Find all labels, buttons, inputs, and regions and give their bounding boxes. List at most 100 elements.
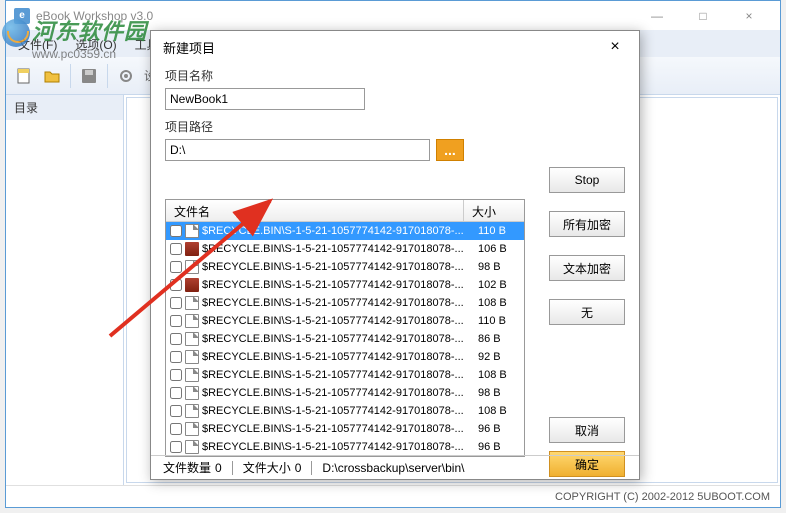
new-project-dialog: 新建项目 × 项目名称 项目路径 ... 文件名 大小 $RECYCLE.BIN… (150, 30, 640, 480)
side-buttons-top: Stop 所有加密 文本加密 无 (549, 167, 625, 325)
project-name-label: 项目名称 (165, 67, 625, 84)
dialog-statusbar: 文件数量 0 文件大小 0 D:\crossbackup\server\bin\ (151, 455, 639, 479)
stop-button[interactable]: Stop (549, 167, 625, 193)
archive-icon (185, 278, 199, 292)
file-size: 108 B (474, 405, 524, 417)
file-size: 106 B (474, 243, 524, 255)
encrypt-all-button[interactable]: 所有加密 (549, 211, 625, 237)
open-icon[interactable] (40, 64, 64, 88)
file-icon (185, 224, 199, 238)
file-size: 108 B (474, 369, 524, 381)
file-row[interactable]: $RECYCLE.BIN\S-1-5-21-1057774142-9170180… (166, 420, 524, 438)
file-size: 96 B (474, 441, 524, 453)
file-icon (185, 296, 199, 310)
file-name: $RECYCLE.BIN\S-1-5-21-1057774142-9170180… (202, 369, 474, 381)
file-size: 98 B (474, 387, 524, 399)
none-button[interactable]: 无 (549, 299, 625, 325)
status-path: D:\crossbackup\server\bin\ (322, 461, 464, 475)
file-size-label: 文件大小 (243, 459, 291, 476)
file-checkbox[interactable] (170, 369, 182, 381)
titlebar: e eBook Workshop v3.0 — □ × (6, 1, 780, 31)
toolbar-separator (70, 64, 71, 88)
file-count-value: 0 (215, 461, 222, 475)
file-checkbox[interactable] (170, 405, 182, 417)
file-checkbox[interactable] (170, 441, 182, 453)
file-size: 92 B (474, 351, 524, 363)
copyright-label: COPYRIGHT (C) 2002-2012 5UBOOT.COM (555, 491, 770, 503)
file-icon (185, 332, 199, 346)
dialog-close-icon[interactable]: × (603, 35, 627, 59)
file-list-rows[interactable]: $RECYCLE.BIN\S-1-5-21-1057774142-9170180… (166, 222, 524, 456)
close-button[interactable]: × (726, 1, 772, 31)
project-name-input[interactable] (165, 88, 365, 110)
file-icon (185, 386, 199, 400)
file-checkbox[interactable] (170, 315, 182, 327)
browse-button[interactable]: ... (436, 139, 464, 161)
file-name: $RECYCLE.BIN\S-1-5-21-1057774142-9170180… (202, 441, 474, 453)
file-icon (185, 314, 199, 328)
window-title: eBook Workshop v3.0 (36, 9, 634, 23)
file-icon (185, 368, 199, 382)
file-name: $RECYCLE.BIN\S-1-5-21-1057774142-9170180… (202, 261, 474, 273)
app-icon: e (14, 8, 30, 24)
file-checkbox[interactable] (170, 387, 182, 399)
file-row[interactable]: $RECYCLE.BIN\S-1-5-21-1057774142-9170180… (166, 438, 524, 456)
file-icon (185, 404, 199, 418)
statusbar: COPYRIGHT (C) 2002-2012 5UBOOT.COM (6, 485, 780, 507)
status-separator (311, 461, 312, 475)
settings-icon[interactable] (114, 64, 138, 88)
encrypt-text-button[interactable]: 文本加密 (549, 255, 625, 281)
file-list-header: 文件名 大小 (166, 200, 524, 222)
file-checkbox[interactable] (170, 297, 182, 309)
file-checkbox[interactable] (170, 351, 182, 363)
file-row[interactable]: $RECYCLE.BIN\S-1-5-21-1057774142-9170180… (166, 366, 524, 384)
file-icon (185, 440, 199, 454)
file-row[interactable]: $RECYCLE.BIN\S-1-5-21-1057774142-9170180… (166, 276, 524, 294)
file-row[interactable]: $RECYCLE.BIN\S-1-5-21-1057774142-9170180… (166, 222, 524, 240)
file-row[interactable]: $RECYCLE.BIN\S-1-5-21-1057774142-9170180… (166, 330, 524, 348)
file-checkbox[interactable] (170, 225, 182, 237)
status-separator (232, 461, 233, 475)
file-count-label: 文件数量 (163, 459, 211, 476)
file-size: 110 B (474, 225, 524, 237)
file-checkbox[interactable] (170, 279, 182, 291)
menu-options[interactable]: 选项(O) (67, 33, 124, 56)
menu-file[interactable]: 文件(F) (10, 33, 65, 56)
file-row[interactable]: $RECYCLE.BIN\S-1-5-21-1057774142-9170180… (166, 258, 524, 276)
file-name: $RECYCLE.BIN\S-1-5-21-1057774142-9170180… (202, 225, 474, 237)
column-size[interactable]: 大小 (464, 200, 524, 221)
file-checkbox[interactable] (170, 261, 182, 273)
cancel-button[interactable]: 取消 (549, 417, 625, 443)
file-icon (185, 260, 199, 274)
minimize-button[interactable]: — (634, 1, 680, 31)
project-path-input[interactable] (165, 139, 430, 161)
save-icon[interactable] (77, 64, 101, 88)
file-row[interactable]: $RECYCLE.BIN\S-1-5-21-1057774142-9170180… (166, 384, 524, 402)
file-icon (185, 350, 199, 364)
dialog-title: 新建项目 (163, 38, 215, 57)
new-icon[interactable] (12, 64, 36, 88)
file-size: 110 B (474, 315, 524, 327)
file-checkbox[interactable] (170, 333, 182, 345)
file-name: $RECYCLE.BIN\S-1-5-21-1057774142-9170180… (202, 279, 474, 291)
sidebar: 目录 (6, 95, 124, 485)
toolbar-separator (107, 64, 108, 88)
file-size: 108 B (474, 297, 524, 309)
file-icon (185, 422, 199, 436)
file-name: $RECYCLE.BIN\S-1-5-21-1057774142-9170180… (202, 243, 474, 255)
column-filename[interactable]: 文件名 (166, 200, 464, 221)
file-checkbox[interactable] (170, 423, 182, 435)
project-path-label: 项目路径 (165, 118, 625, 135)
maximize-button[interactable]: □ (680, 1, 726, 31)
file-row[interactable]: $RECYCLE.BIN\S-1-5-21-1057774142-9170180… (166, 348, 524, 366)
archive-icon (185, 242, 199, 256)
file-size: 96 B (474, 423, 524, 435)
file-list: 文件名 大小 $RECYCLE.BIN\S-1-5-21-1057774142-… (165, 199, 525, 457)
file-row[interactable]: $RECYCLE.BIN\S-1-5-21-1057774142-9170180… (166, 402, 524, 420)
file-row[interactable]: $RECYCLE.BIN\S-1-5-21-1057774142-9170180… (166, 312, 524, 330)
file-row[interactable]: $RECYCLE.BIN\S-1-5-21-1057774142-9170180… (166, 294, 524, 312)
file-name: $RECYCLE.BIN\S-1-5-21-1057774142-9170180… (202, 333, 474, 345)
file-checkbox[interactable] (170, 243, 182, 255)
file-row[interactable]: $RECYCLE.BIN\S-1-5-21-1057774142-9170180… (166, 240, 524, 258)
file-size-value: 0 (295, 461, 302, 475)
